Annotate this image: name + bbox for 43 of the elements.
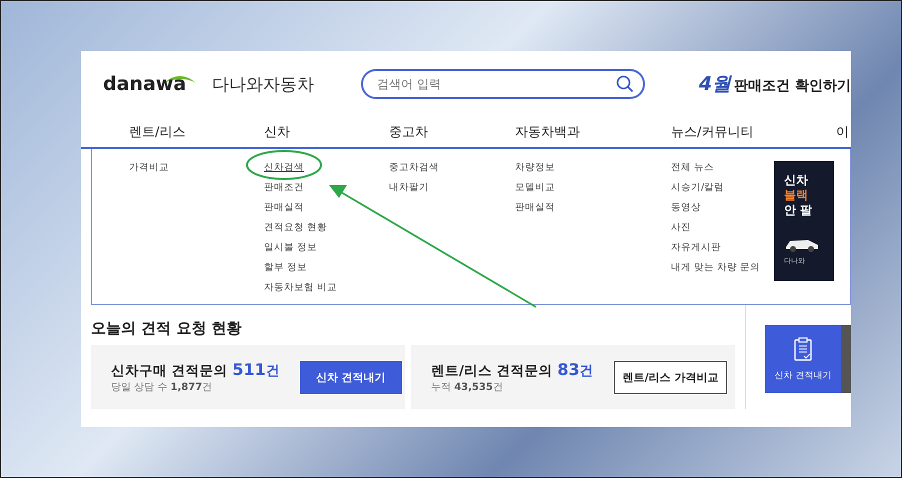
quote-count-text: 신차구매 견적문의 511건	[111, 360, 280, 380]
quote-sub-text: 당일 상담 수 1,877건	[111, 381, 214, 394]
submenu-link[interactable]: 일시불 정보	[264, 240, 318, 255]
submenu-link[interactable]: 자동차보험 비교	[264, 280, 338, 295]
quote-request-button[interactable]: 신차 견적내기	[765, 325, 841, 393]
quote-count-text: 렌트/리스 견적문의 83건	[431, 360, 594, 380]
logo-text[interactable]: danawa	[103, 73, 186, 95]
submenu-link[interactable]: 내게 맞는 차량 문의	[671, 260, 760, 275]
submenu-link[interactable]: 판매실적	[515, 200, 555, 215]
nav-menu-item[interactable]: 신차	[264, 123, 389, 141]
submenu-link[interactable]: 자유게시판	[671, 240, 721, 255]
submenu-link[interactable]: 사진	[671, 220, 691, 235]
nav-menu-item[interactable]: 자동차백과	[515, 123, 671, 141]
banner-text: 신차	[784, 173, 809, 188]
submenu-link[interactable]: 판매실적	[264, 200, 304, 215]
submenu-link[interactable]: 가격비교	[129, 160, 169, 175]
nav-menu-item[interactable]: 렌트/리스	[129, 123, 264, 141]
promo-link[interactable]: 4월판매조건 확인하기	[698, 71, 851, 97]
submenu-link[interactable]: 견적요청 현황	[264, 220, 328, 235]
submenu-link[interactable]: 차량정보	[515, 160, 555, 175]
scroll-strip	[841, 325, 851, 393]
clipboard-icon	[794, 336, 812, 360]
submenu-link[interactable]: 모델비교	[515, 180, 555, 195]
brand-name[interactable]: 다나와자동차	[212, 72, 314, 96]
submenu-link[interactable]: 내차팔기	[389, 180, 429, 195]
banner-text: 안 팔	[784, 203, 814, 218]
submenu-link[interactable]: 전체 뉴스	[671, 160, 714, 175]
nav-menu-item[interactable]: 뉴스/커뮤니티	[671, 123, 836, 141]
submenu-link[interactable]: 판매조건	[264, 180, 304, 195]
submenu-link[interactable]: 동영상	[671, 200, 701, 215]
submenu-link[interactable]: 신차검색	[264, 160, 304, 175]
submenu-link[interactable]: 시승기/칼럼	[671, 180, 724, 195]
nav-menu-item[interactable]: 이	[836, 123, 851, 141]
nav-menu-item[interactable]: 중고차	[389, 123, 515, 141]
banner-text: 블랙	[784, 188, 809, 203]
submenu-link[interactable]: 할부 정보	[264, 260, 308, 275]
quote-button[interactable]: 신차 견적내기	[300, 360, 402, 394]
section-title: 오늘의 견적 요청 현황	[91, 319, 243, 338]
quote-sub-text: 누적 43,535건	[431, 381, 504, 394]
quote-button[interactable]: 렌트/리스 가격비교	[614, 360, 728, 394]
search-field[interactable]: 검색어 입력	[361, 69, 645, 99]
search-icon[interactable]	[616, 75, 634, 93]
submenu-link[interactable]: 중고차검색	[389, 160, 439, 175]
